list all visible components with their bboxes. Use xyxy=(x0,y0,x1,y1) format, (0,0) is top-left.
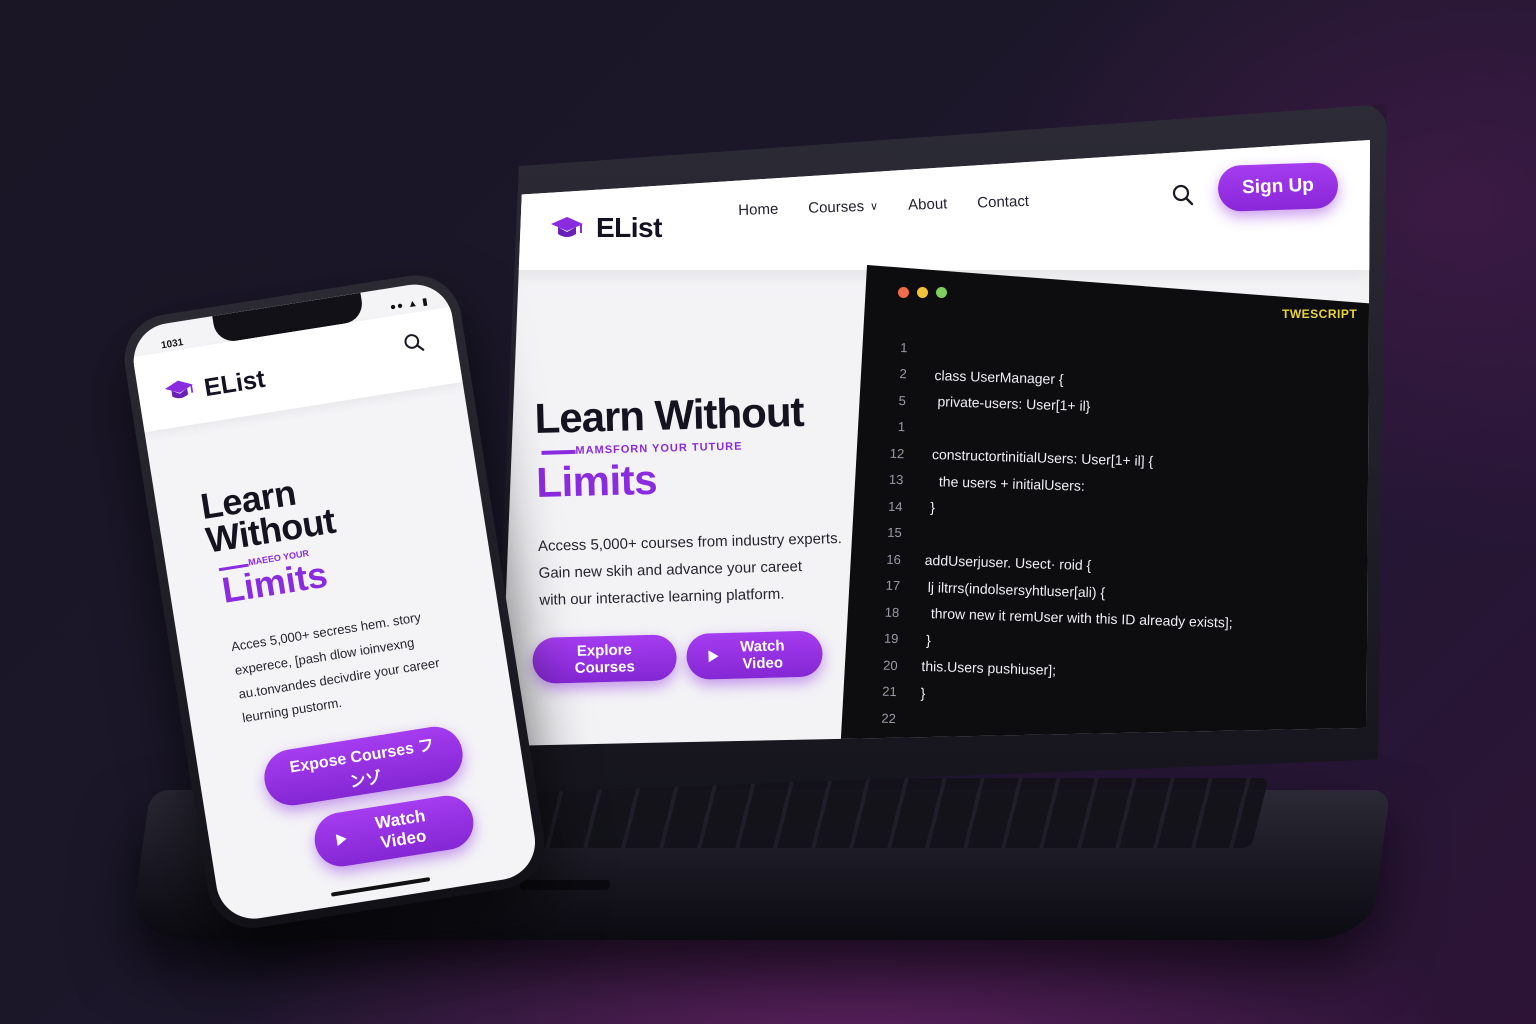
minimize-dot-icon[interactable] xyxy=(917,287,928,298)
nav-about-label: About xyxy=(907,195,948,214)
language-badge: TWESCRIPT xyxy=(1282,307,1358,321)
code-text: class UserManager { xyxy=(926,366,1064,387)
line-number: 19 xyxy=(883,630,899,647)
line-number: 2 xyxy=(899,366,907,382)
line-number: 20 xyxy=(882,657,898,673)
nav-courses-label: Courses xyxy=(807,198,865,217)
nav-courses[interactable]: Courses ∨ xyxy=(808,198,878,217)
watch-video-button[interactable]: Watch Video xyxy=(685,630,824,680)
line-number: 1 xyxy=(897,419,906,435)
line-number: 18 xyxy=(884,604,900,620)
code-text: } xyxy=(922,499,936,516)
search-icon[interactable] xyxy=(402,332,426,360)
chevron-down-icon: ∨ xyxy=(869,200,879,213)
play-icon xyxy=(335,832,348,847)
hero-tagline: MAMSFORN YOUR TUTURE xyxy=(575,440,743,457)
signup-button[interactable]: Sign Up xyxy=(1217,161,1339,213)
code-text: lj iltrrs(indolsersyhtluser[ali) { xyxy=(919,578,1106,601)
close-dot-icon[interactable] xyxy=(898,287,909,298)
code-text: this.Users pushiuser]; xyxy=(917,657,1057,679)
hero-title-line1: Learn Without xyxy=(534,387,805,442)
phone-brand-name: EList xyxy=(202,364,267,403)
brand-logo[interactable]: EList xyxy=(550,212,662,244)
phone-watch-video-label: Watch Video xyxy=(373,806,428,853)
code-text: private-users: User[1+ il} xyxy=(925,393,1091,415)
hero-section: Learn Without MAMSFORN YOUR TUTURE Limit… xyxy=(534,387,850,614)
line-number: 16 xyxy=(886,551,902,567)
window-controls xyxy=(898,287,947,298)
phone-watch-video-button[interactable]: Watch Video xyxy=(310,791,478,871)
code-text: the users + initialUsers: xyxy=(923,472,1086,494)
hero-buttons: Explore Courses Watch Video xyxy=(532,630,824,684)
line-number: 22 xyxy=(881,710,897,726)
explore-courses-button[interactable]: Explore Courses xyxy=(532,634,678,684)
line-number: 13 xyxy=(888,471,904,488)
code-text: constructortinitialUsers: User[1+ il] { xyxy=(923,446,1154,470)
nav-about[interactable]: About xyxy=(908,195,948,213)
nav-links: Home Courses ∨ About Contact xyxy=(738,193,1029,219)
hero-description: Access 5,000+ courses from industry expe… xyxy=(538,525,850,614)
line-number: 17 xyxy=(885,577,901,594)
watch-video-label: Watch Video xyxy=(739,637,785,673)
phone-hero-description: Acces 5,000+ secress hem. story experece… xyxy=(229,601,461,730)
play-icon xyxy=(708,650,719,663)
line-number: 5 xyxy=(898,392,907,408)
laptop-screen: EList Home Courses ∨ About Contact Sign U… xyxy=(500,140,1370,746)
line-number: 14 xyxy=(887,498,903,514)
code-text: } xyxy=(918,631,932,648)
hero-underline xyxy=(541,449,576,455)
phone-brand-logo[interactable]: EList xyxy=(163,365,267,409)
line-number: 1 xyxy=(900,339,908,355)
brand-name: EList xyxy=(596,212,662,243)
nav-home-label: Home xyxy=(738,200,779,219)
phone-hero-underline xyxy=(218,563,249,572)
phone-hero: Learn Without MAEEO YOUR Limits xyxy=(198,470,346,613)
line-number: 15 xyxy=(887,524,902,541)
line-number: 21 xyxy=(882,683,897,700)
line-number: 12 xyxy=(889,445,905,461)
nav-contact[interactable]: Contact xyxy=(977,193,1029,212)
graduation-cap-icon xyxy=(550,215,584,241)
graduation-cap-icon xyxy=(163,376,197,409)
nav-contact-label: Contact xyxy=(977,192,1030,212)
search-icon[interactable] xyxy=(1172,184,1194,211)
code-text: addUserjuser. Usect· roid { xyxy=(920,552,1092,574)
code-editor: TWESCRIPT 12 class UserManager {5 privat… xyxy=(840,265,1370,746)
maximize-dot-icon[interactable] xyxy=(936,287,947,298)
code-lines: 12 class UserManager {5 private-users: U… xyxy=(855,333,1242,746)
nav-home[interactable]: Home xyxy=(738,201,779,219)
phone-explore-courses-label: Expose Courses フンゾ xyxy=(288,736,436,792)
explore-courses-label: Explore Courses xyxy=(574,641,636,677)
code-text: } xyxy=(916,684,926,701)
